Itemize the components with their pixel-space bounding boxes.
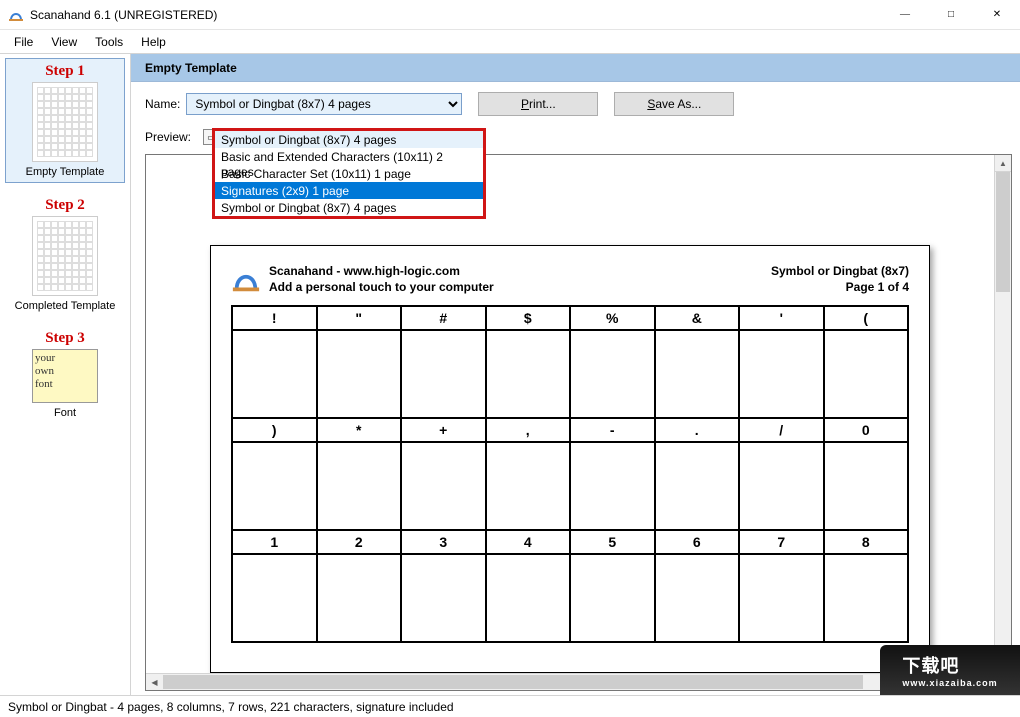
grid-cell: , — [486, 418, 571, 442]
grid-cell: - — [570, 418, 655, 442]
grid-cell: 4 — [486, 530, 571, 554]
dropdown-option[interactable]: Symbol or Dingbat (8x7) 4 pages — [215, 131, 483, 148]
dropdown-option[interactable]: Basic Character Set (10x11) 1 page — [215, 165, 483, 182]
watermark-text: 下载吧 — [902, 656, 959, 676]
preview-area: Scanahand - www.high-logic.com Add a per… — [145, 154, 1012, 691]
preview-scroll[interactable]: Scanahand - www.high-logic.com Add a per… — [146, 155, 994, 673]
save-as-button[interactable]: Save As... — [614, 92, 734, 116]
scroll-up-button[interactable]: ▲ — [995, 155, 1011, 172]
page-brand-line1: Scanahand - www.high-logic.com — [269, 264, 494, 280]
grid-cell: % — [570, 306, 655, 330]
grid-cell: 7 — [739, 530, 824, 554]
menu-tools[interactable]: Tools — [87, 33, 131, 51]
vertical-scrollbar[interactable]: ▲ ▼ — [994, 155, 1011, 673]
step1-label: Empty Template — [6, 166, 124, 178]
menu-file[interactable]: File — [6, 33, 41, 51]
minimize-button[interactable]: — — [882, 0, 928, 30]
grid-row-draw-1 — [232, 330, 908, 418]
grid-cell: " — [317, 306, 402, 330]
watermark-url: www.xiazaiba.com — [902, 678, 997, 688]
name-label: Name: — [145, 97, 180, 111]
character-grid: ! " # $ % & ' ( ) * + — [231, 305, 909, 643]
grid-row-header-2: ) * + , - . / 0 — [232, 418, 908, 442]
sidebar: Step 1 Empty Template Step 2 Completed T… — [0, 54, 131, 695]
sidebar-step-empty-template[interactable]: Step 1 Empty Template — [5, 58, 125, 183]
grid-cell: 8 — [824, 530, 909, 554]
grid-cell: / — [739, 418, 824, 442]
step3-thumb-line2: own — [35, 365, 95, 378]
scanahand-logo-icon — [231, 265, 261, 295]
grid-row-draw-3 — [232, 554, 908, 642]
grid-cell: $ — [486, 306, 571, 330]
window-controls: — □ ✕ — [882, 0, 1020, 30]
dropdown-option[interactable]: Signatures (2x9) 1 page — [215, 182, 483, 199]
grid-cell: + — [401, 418, 486, 442]
grid-row-header-1: ! " # $ % & ' ( — [232, 306, 908, 330]
step3-thumb-line1: your — [35, 352, 95, 365]
dropdown-option[interactable]: Symbol or Dingbat (8x7) 4 pages — [215, 199, 483, 216]
grid-cell: ( — [824, 306, 909, 330]
close-button[interactable]: ✕ — [974, 0, 1020, 30]
status-bar: Symbol or Dingbat - 4 pages, 8 columns, … — [0, 695, 1020, 717]
print-button[interactable]: Print... — [478, 92, 598, 116]
page-number: Page 1 of 4 — [771, 280, 909, 296]
step3-title: Step 3 — [5, 330, 125, 347]
scroll-left-button[interactable]: ◀ — [146, 674, 163, 691]
grid-cell: . — [655, 418, 740, 442]
scroll-thumb-h[interactable] — [163, 675, 863, 689]
page-brand-line2: Add a personal touch to your computer — [269, 280, 494, 296]
sidebar-step-completed-template[interactable]: Step 2 Completed Template — [5, 193, 125, 316]
content-header: Empty Template — [131, 54, 1020, 82]
grid-cell: 1 — [232, 530, 317, 554]
template-page: Scanahand - www.high-logic.com Add a per… — [210, 245, 930, 673]
grid-cell: * — [317, 418, 402, 442]
sidebar-step-font[interactable]: Step 3 your own font Font — [5, 326, 125, 423]
grid-cell: 5 — [570, 530, 655, 554]
grid-cell: 2 — [317, 530, 402, 554]
maximize-button[interactable]: □ — [928, 0, 974, 30]
status-text: Symbol or Dingbat - 4 pages, 8 columns, … — [8, 700, 454, 714]
grid-cell: & — [655, 306, 740, 330]
step2-title: Step 2 — [5, 197, 125, 214]
step3-thumbnail: your own font — [32, 349, 98, 403]
menu-bar: File View Tools Help — [0, 30, 1020, 54]
grid-cell: ! — [232, 306, 317, 330]
grid-cell: 0 — [824, 418, 909, 442]
grid-cell: 6 — [655, 530, 740, 554]
preview-label: Preview: — [145, 130, 191, 144]
step2-label: Completed Template — [5, 300, 125, 312]
page-template-name: Symbol or Dingbat (8x7) — [771, 264, 909, 280]
app-icon — [8, 7, 24, 23]
step2-thumbnail — [32, 216, 98, 296]
grid-cell: ) — [232, 418, 317, 442]
menu-help[interactable]: Help — [133, 33, 174, 51]
main-container: Step 1 Empty Template Step 2 Completed T… — [0, 54, 1020, 695]
step1-title: Step 1 — [6, 63, 124, 80]
grid-row-draw-2 — [232, 442, 908, 530]
dropdown-option[interactable]: Basic and Extended Characters (10x11) 2 … — [215, 148, 483, 165]
title-bar: Scanahand 6.1 (UNREGISTERED) — □ ✕ — [0, 0, 1020, 30]
step3-label: Font — [5, 407, 125, 419]
template-dropdown-list: Symbol or Dingbat (8x7) 4 pages Basic an… — [212, 128, 486, 219]
menu-view[interactable]: View — [43, 33, 85, 51]
grid-row-header-3: 1 2 3 4 5 6 7 8 — [232, 530, 908, 554]
window-title: Scanahand 6.1 (UNREGISTERED) — [30, 8, 217, 22]
page-header: Scanahand - www.high-logic.com Add a per… — [231, 264, 909, 295]
grid-cell: 3 — [401, 530, 486, 554]
watermark-logo: 下载吧 www.xiazaiba.com — [880, 645, 1020, 695]
template-select[interactable]: Symbol or Dingbat (8x7) 4 pages — [186, 93, 462, 115]
scroll-thumb-v[interactable] — [996, 172, 1010, 292]
grid-cell: ' — [739, 306, 824, 330]
content-header-title: Empty Template — [145, 61, 237, 75]
step3-thumb-line3: font — [35, 378, 95, 391]
step1-thumbnail — [32, 82, 98, 162]
grid-cell: # — [401, 306, 486, 330]
toolbar: Name: Symbol or Dingbat (8x7) 4 pages Pr… — [131, 82, 1020, 126]
